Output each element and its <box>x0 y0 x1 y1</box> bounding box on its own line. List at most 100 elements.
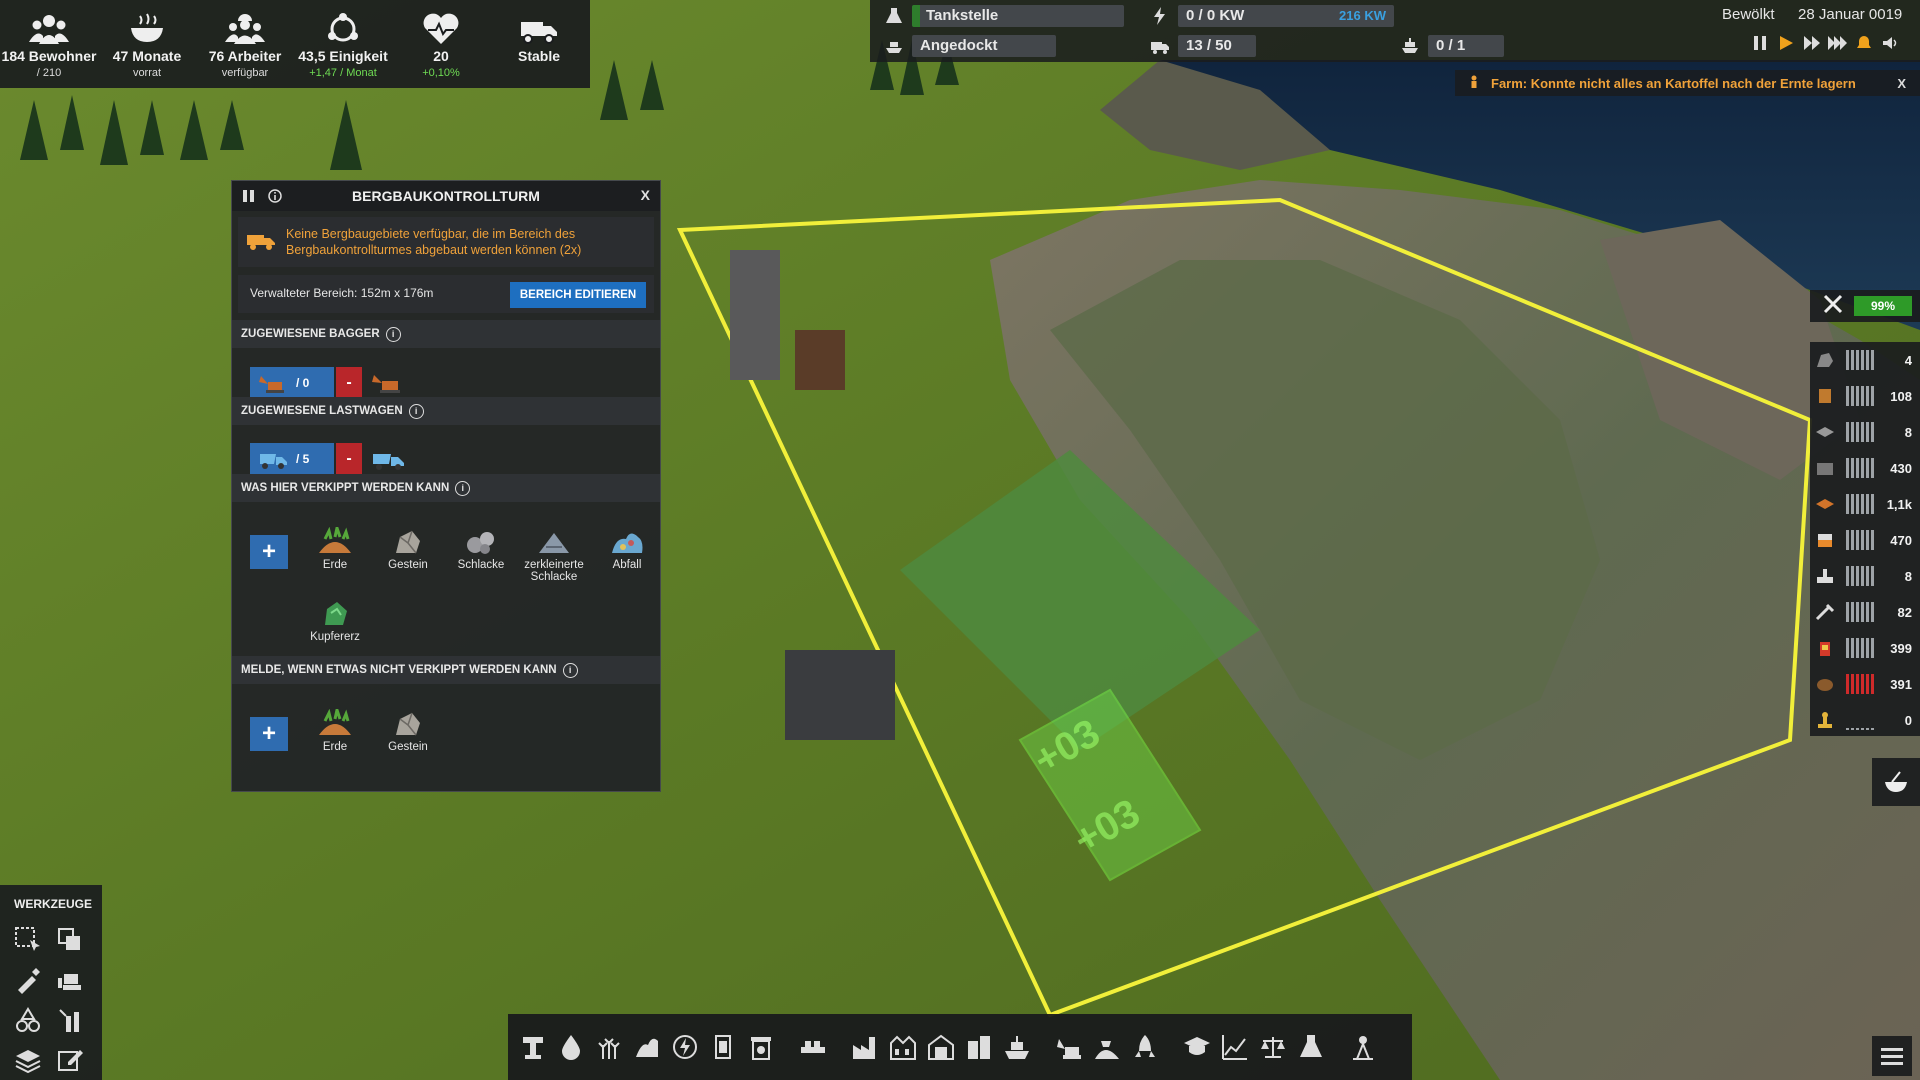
rock-icon <box>396 530 420 554</box>
bulldozer-icon[interactable] <box>54 965 86 995</box>
maintenance-status[interactable]: 99% <box>1810 290 1920 322</box>
factory-icon[interactable] <box>848 1029 882 1065</box>
notification-close-button[interactable]: X <box>1897 76 1906 91</box>
rocket-icon[interactable] <box>1128 1029 1162 1065</box>
education-icon[interactable] <box>1180 1029 1214 1065</box>
stat-health[interactable]: 20 +0,10% <box>392 0 490 88</box>
panel-close-button[interactable]: X <box>641 187 650 203</box>
ship-count[interactable]: 0 / 1 <box>1400 34 1504 58</box>
dump-materials-header: WAS HIER VERKIPPT WERDEN KANN i <box>232 474 660 502</box>
resource-bar <box>1846 494 1878 514</box>
info-icon[interactable]: i <box>562 662 578 678</box>
power-icon[interactable] <box>668 1029 702 1065</box>
truck-small-icon <box>1151 42 1169 54</box>
stat-food[interactable]: 47 Monate vorrat <box>98 0 196 88</box>
resource-row[interactable]: 1,1k <box>1810 486 1920 522</box>
info-icon[interactable]: i <box>408 403 424 419</box>
dump-material-abfall[interactable]: Abfall <box>591 527 663 571</box>
resource-row[interactable]: 470 <box>1810 522 1920 558</box>
ship-count-value: 0 / 1 <box>1428 35 1504 57</box>
fuel-status[interactable]: Tankstelle <box>884 4 1124 28</box>
notify-material-erde[interactable]: Erde <box>299 709 371 753</box>
resource-row[interactable]: 391 <box>1810 666 1920 702</box>
notification-bell-icon[interactable] <box>1854 33 1874 53</box>
excavators-remove-button[interactable]: - <box>336 367 362 399</box>
add-excavator-icon[interactable] <box>368 367 408 399</box>
play-icon[interactable] <box>1776 33 1796 53</box>
dump-material-schlacke[interactable]: Schlacke <box>445 527 517 571</box>
farm-icon[interactable] <box>592 1029 626 1065</box>
dock-status[interactable]: Angedockt <box>884 34 1056 58</box>
industry-icon[interactable] <box>886 1029 920 1065</box>
build-toolbar <box>508 1014 1412 1080</box>
dumping-icon[interactable] <box>1090 1029 1124 1065</box>
resource-row[interactable]: 430 <box>1810 450 1920 486</box>
resource-value: 399 <box>1890 640 1912 656</box>
pipette-icon[interactable] <box>12 965 44 995</box>
storage-icon[interactable] <box>706 1029 740 1065</box>
edit-icon[interactable] <box>54 1045 86 1075</box>
fuel-icon[interactable] <box>630 1029 664 1065</box>
mining-icon[interactable] <box>516 1029 550 1065</box>
stat-workers[interactable]: 76 Arbeiter verfügbar <box>196 0 294 88</box>
info-icon[interactable]: i <box>455 480 471 496</box>
add-truck-icon[interactable] <box>368 443 408 475</box>
vehicle-count[interactable]: 13 / 50 <box>1150 34 1256 58</box>
stats-icon[interactable] <box>1218 1029 1252 1065</box>
resource-row[interactable]: 399 <box>1810 630 1920 666</box>
dump-material-kupfererz[interactable]: Kupfererz <box>299 599 371 643</box>
main-menu-button[interactable] <box>1872 1036 1912 1076</box>
recycle-icon[interactable] <box>12 1005 44 1035</box>
copy-icon[interactable] <box>54 925 86 955</box>
balance-icon[interactable] <box>1256 1029 1290 1065</box>
ship-icon[interactable] <box>1000 1029 1034 1065</box>
panel-header[interactable]: BERGBAUKONTROLLTURM X <box>232 181 660 211</box>
excavator-icon[interactable] <box>1052 1029 1086 1065</box>
upgrade-icon[interactable] <box>54 1005 86 1035</box>
layers-icon[interactable] <box>12 1045 44 1075</box>
area-select-icon[interactable] <box>12 925 44 955</box>
resource-row[interactable]: 8 <box>1810 558 1920 594</box>
excavators-slot[interactable]: / 0 <box>250 367 334 399</box>
excavator-icon <box>259 376 284 393</box>
resource-row[interactable]: 4 <box>1810 342 1920 378</box>
trucks-remove-button[interactable]: - <box>336 443 362 475</box>
rock-icon <box>396 712 420 736</box>
waste-icon[interactable] <box>744 1029 778 1065</box>
water-icon[interactable] <box>554 1029 588 1065</box>
fastest-forward-icon[interactable] <box>1828 33 1848 53</box>
resource-row[interactable]: 82 <box>1810 594 1920 630</box>
power-status[interactable]: 0 / 0 KW 216 KW <box>1150 4 1394 28</box>
population-map-icon[interactable] <box>1346 1029 1380 1065</box>
notification-banner[interactable]: Farm: Konnte nicht alles an Kartoffel na… <box>1455 70 1920 96</box>
dump-material-erde[interactable]: Erde <box>299 527 371 571</box>
resource-row[interactable]: 108 <box>1810 378 1920 414</box>
housing-icon[interactable] <box>962 1029 996 1065</box>
depot-icon[interactable] <box>924 1029 958 1065</box>
pause-icon[interactable] <box>1750 33 1770 53</box>
resource-bar <box>1846 422 1878 442</box>
dump-material-crushed-slag[interactable]: zerkleinerte Schlacke <box>518 527 590 583</box>
notify-material-gestein[interactable]: Gestein <box>372 709 444 753</box>
notify-header-label: MELDE, WENN ETWAS NICHT VERKIPPT WERDEN … <box>241 664 557 676</box>
info-icon[interactable]: i <box>385 326 401 342</box>
workers-icon <box>225 14 265 44</box>
stat-population[interactable]: 184 Bewohner / 210 <box>0 0 98 88</box>
resource-row[interactable]: 0 <box>1810 702 1920 738</box>
stat-unity[interactable]: 43,5 Einigkeit +1,47 / Monat <box>294 0 392 88</box>
add-notify-material-button[interactable]: + <box>250 717 288 751</box>
sound-icon[interactable] <box>1880 33 1900 53</box>
research-icon[interactable] <box>1294 1029 1328 1065</box>
stat-vehicles[interactable]: Stable <box>490 0 588 88</box>
dump-material-gestein[interactable]: Gestein <box>372 527 444 571</box>
resource-bar <box>1846 566 1878 586</box>
toolbar-gap <box>1332 1029 1342 1065</box>
conveyor-icon[interactable] <box>796 1029 830 1065</box>
resource-row[interactable]: 8 <box>1810 414 1920 450</box>
add-dump-material-button[interactable]: + <box>250 535 288 569</box>
fast-forward-icon[interactable] <box>1802 33 1822 53</box>
edit-area-button[interactable]: BEREICH EDITIEREN <box>510 282 646 308</box>
stat-main: 47 Monate <box>112 48 182 64</box>
trucks-slot[interactable]: / 5 <box>250 443 334 475</box>
food-supply-button[interactable] <box>1872 758 1920 806</box>
